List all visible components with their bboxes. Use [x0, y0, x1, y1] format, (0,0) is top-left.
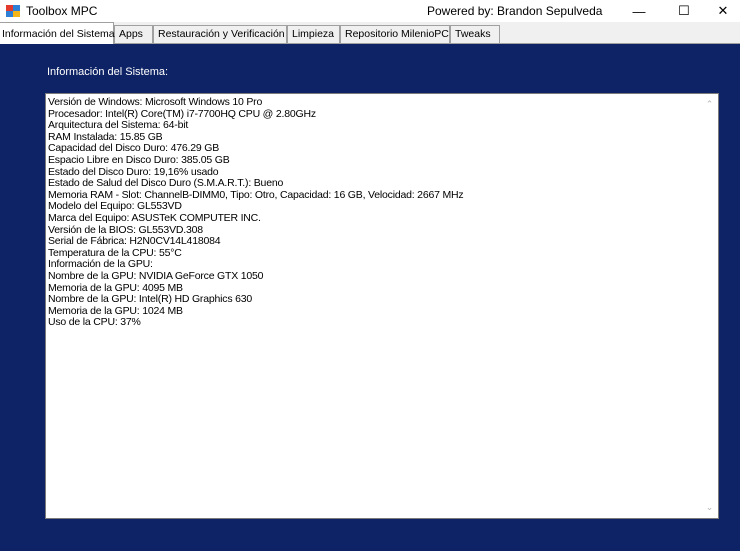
powered-by-label: Powered by: Brandon Sepulveda [427, 4, 603, 18]
info-line: Información de la GPU: [48, 259, 153, 271]
tab-apps[interactable]: Apps [114, 25, 153, 43]
tab-repositorio[interactable]: Repositorio MilenioPC [340, 25, 450, 43]
info-line: Espacio Libre en Disco Duro: 385.05 GB [48, 154, 230, 166]
window-title: Toolbox MPC [26, 4, 98, 18]
info-line: Capacidad del Disco Duro: 476.29 GB [48, 143, 220, 155]
info-line: Procesador: Intel(R) Core(TM) i7-7700HQ … [48, 108, 316, 120]
system-info-textbox[interactable]: Versión de Windows: Microsoft Windows 10… [45, 93, 719, 519]
info-line: Nombre de la GPU: Intel(R) HD Graphics 6… [48, 294, 253, 306]
info-line: Estado del Disco Duro: 19,16% usado [48, 166, 219, 178]
tab-restauracion[interactable]: Restauración y Verificación [153, 25, 287, 43]
info-line: Versión de la BIOS: GL553VD.308 [48, 224, 203, 236]
tab-tweaks[interactable]: Tweaks [450, 25, 500, 43]
app-icon [6, 5, 20, 17]
tab-limpieza[interactable]: Limpieza [287, 25, 340, 43]
maximize-button[interactable]: ☐ [667, 0, 701, 22]
title-bar[interactable]: Toolbox MPC Powered by: Brandon Sepulved… [0, 0, 740, 22]
info-line: Serial de Fábrica: H2N0CV14L418084 [48, 236, 221, 248]
tab-strip: Información del Sistema Apps Restauració… [0, 22, 740, 44]
scroll-up-icon[interactable]: ⌃ [701, 96, 718, 113]
info-line: Memoria RAM - Slot: ChannelB-DIMM0, Tipo… [48, 189, 464, 201]
tab-panel-informacion: Información del Sistema: Versión de Wind… [0, 44, 740, 551]
close-button[interactable]: ✕ [706, 0, 740, 22]
system-info-lines: Versión de Windows: Microsoft Windows 10… [48, 97, 700, 518]
info-line: Nombre de la GPU: NVIDIA GeForce GTX 105… [48, 270, 264, 282]
minimize-button[interactable]: — [622, 0, 656, 22]
info-line: Marca del Equipo: ASUSTeK COMPUTER INC. [48, 212, 261, 224]
info-line: Uso de la CPU: 37% [48, 317, 141, 329]
panel-heading: Información del Sistema: [47, 66, 169, 78]
info-line: Estado de Salud del Disco Duro (S.M.A.R.… [48, 178, 284, 190]
scroll-down-icon[interactable]: ⌄ [701, 499, 718, 516]
info-line: Memoria de la GPU: 1024 MB [48, 305, 183, 317]
info-line: Modelo del Equipo: GL553VD [48, 201, 182, 213]
tab-informacion-sistema[interactable]: Información del Sistema [0, 22, 115, 44]
info-line: Arquitectura del Sistema: 64-bit [48, 120, 189, 132]
info-line: RAM Instalada: 15.85 GB [48, 131, 163, 143]
info-line: Versión de Windows: Microsoft Windows 10… [48, 97, 263, 108]
info-line: Temperatura de la CPU: 55°C [48, 247, 182, 259]
vertical-scrollbar[interactable]: ⌃ ⌄ [701, 94, 718, 518]
info-line: Memoria de la GPU: 4095 MB [48, 282, 183, 294]
